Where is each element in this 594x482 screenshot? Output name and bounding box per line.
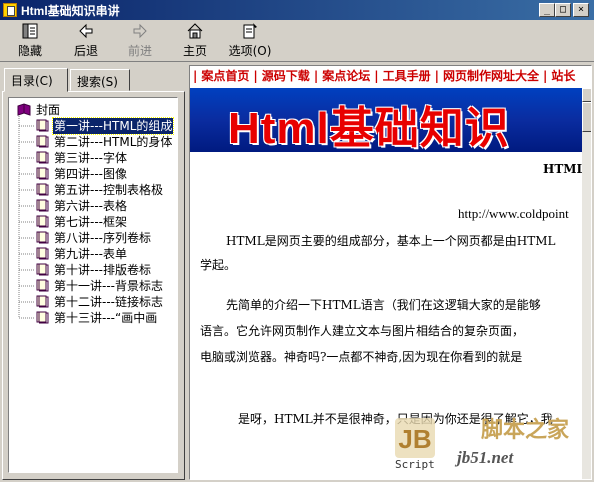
paragraph-1-line-1: HTML是网页主要的组成部分，基本上一个网页都是由HTML <box>226 234 556 248</box>
tree-item-label: 第十一讲---背景标志 <box>54 279 163 293</box>
top-link-bar: | 案点首页 | 源码下载 | 案点论坛 | 工具手册 | 网页制作网址大全 | 站长 <box>190 66 591 88</box>
book-page-icon <box>36 199 49 212</box>
watermark-site-name: 脚本之家 <box>481 417 570 443</box>
document-heading: HTML <box>543 162 585 176</box>
tree-item-label: 第七讲---框架 <box>54 215 127 229</box>
watermark-url: jb51.net <box>457 448 514 467</box>
tree-item-label: 第十二讲---链接标志 <box>54 295 163 309</box>
home-button[interactable]: 主页 <box>177 22 213 60</box>
title-bar[interactable]: Html基础知识串讲 _ □ × <box>0 0 594 20</box>
paragraph-1: HTML是网页主要的组成部分，基本上一个网页都是由HTML 学起。 <box>200 232 555 274</box>
banner-title: Html基础知识 <box>228 104 510 152</box>
link-separator: | <box>253 69 258 83</box>
close-button[interactable]: × <box>573 3 589 17</box>
contents-tree[interactable]: 封面 第一讲---HTML的组成 第二讲---HTML的身体 第三讲---字体 第四讲-… <box>8 97 178 473</box>
tab-search[interactable]: 搜索(S) <box>70 69 130 91</box>
forward-button[interactable]: 前进 <box>122 22 158 60</box>
top-link[interactable]: 站长 <box>550 66 576 86</box>
book-page-icon <box>36 183 49 196</box>
book-page-icon <box>36 167 49 180</box>
back-arrow-icon <box>68 22 104 42</box>
top-link[interactable]: 工具手册 <box>382 66 432 86</box>
maximize-button[interactable]: □ <box>555 3 571 17</box>
home-icon <box>177 22 213 42</box>
jb-logo: JB <box>395 418 435 458</box>
paragraph-1-line-2: 学起。 <box>200 258 237 272</box>
top-link[interactable]: 案点论坛 <box>321 66 371 86</box>
tree-item-label: 第六讲---表格 <box>54 199 127 213</box>
tree-item-label: 第五讲---控制表格极 <box>54 183 163 197</box>
book-page-icon <box>36 151 49 164</box>
tree-item-label: 第一讲---HTML的组成 <box>51 117 175 135</box>
book-page-icon <box>36 247 49 260</box>
tree-item-label: 第三讲---字体 <box>54 151 127 165</box>
paragraph-2-line-3: 电脑或浏览器。神奇吗?一点都不神奇,因为现在你看到的就是 <box>200 350 523 364</box>
hide-pane-icon <box>12 22 48 42</box>
forward-label: 前进 <box>127 44 152 58</box>
options-button[interactable]: 选项(O) <box>224 22 276 60</box>
link-separator: | <box>543 69 548 83</box>
paragraph-2-line-1: 先简单的介绍一下HTML语言（我们在这逻辑大家的是能够 <box>226 298 541 312</box>
hide-button[interactable]: 隐藏 <box>12 22 48 60</box>
scroll-up-button[interactable] <box>582 88 591 102</box>
book-page-icon <box>36 119 49 132</box>
tab-contents[interactable]: 目录(C) <box>4 68 68 92</box>
top-link[interactable]: 案点首页 <box>200 66 250 86</box>
toolbar: 隐藏 后退 前进 主页 选项(O) <box>0 20 594 62</box>
open-book-icon <box>17 103 31 116</box>
watermark-script-text: Script <box>395 458 435 471</box>
navigation-pane: 目录(C) 搜索(S) 封面 第一讲---HTML的组成 第二讲---HTML的身体… <box>2 66 185 480</box>
paragraph-2: 先简单的介绍一下HTML语言（我们在这逻辑大家的是能够 语言。它允许网页制作人建… <box>200 294 541 368</box>
tree-item-label: 封面 <box>36 103 61 117</box>
forward-arrow-icon <box>122 22 158 42</box>
paragraph-2-line-2: 语言。它允许网页制作人建立文本与图片相结合的复杂页面， <box>200 324 525 338</box>
home-label: 主页 <box>182 44 207 58</box>
banner: Html基础知识 <box>190 88 582 152</box>
link-separator: | <box>374 69 379 83</box>
options-label: 选项(O) <box>228 44 272 58</box>
tree-item-label: 第八讲---序列卷标 <box>54 231 151 245</box>
top-link[interactable]: 源码下载 <box>261 66 311 86</box>
options-icon <box>224 22 276 42</box>
link-separator: | <box>313 69 319 83</box>
svg-text:JB: JB <box>398 424 431 454</box>
window-title: Html基础知识串讲 <box>21 4 120 18</box>
tree-item-label: 第十讲---排版卷标 <box>54 263 151 277</box>
tree-item-label: 第二讲---HTML的身体 <box>54 135 173 149</box>
book-page-icon <box>36 311 49 324</box>
book-page-icon <box>36 279 49 292</box>
top-link[interactable]: 网页制作网址大全 <box>442 66 540 86</box>
tab-panel: 封面 第一讲---HTML的组成 第二讲---HTML的身体 第三讲---字体 第四讲-… <box>2 91 185 480</box>
watermark: JB Script 脚本之家 jb51.net <box>385 412 594 482</box>
book-page-icon <box>36 263 49 276</box>
back-button[interactable]: 后退 <box>68 22 104 60</box>
site-url[interactable]: http://www.coldpoint <box>458 206 569 222</box>
tree-item-label: 第九讲---表单 <box>54 247 127 261</box>
book-page-icon <box>36 231 49 244</box>
book-page-icon <box>36 295 49 308</box>
back-label: 后退 <box>73 44 98 58</box>
book-page-icon <box>36 135 49 148</box>
chm-app-icon[interactable] <box>3 3 17 17</box>
scroll-thumb[interactable] <box>582 102 591 132</box>
book-page-icon <box>36 215 49 228</box>
tree-item-label: 第四讲---图像 <box>54 167 127 181</box>
hide-label: 隐藏 <box>17 44 42 58</box>
tree-item-label: 第十三讲---“画中画 <box>54 311 158 325</box>
link-separator: | <box>434 69 440 83</box>
minimize-button[interactable]: _ <box>539 3 555 17</box>
link-separator: | <box>193 69 198 83</box>
